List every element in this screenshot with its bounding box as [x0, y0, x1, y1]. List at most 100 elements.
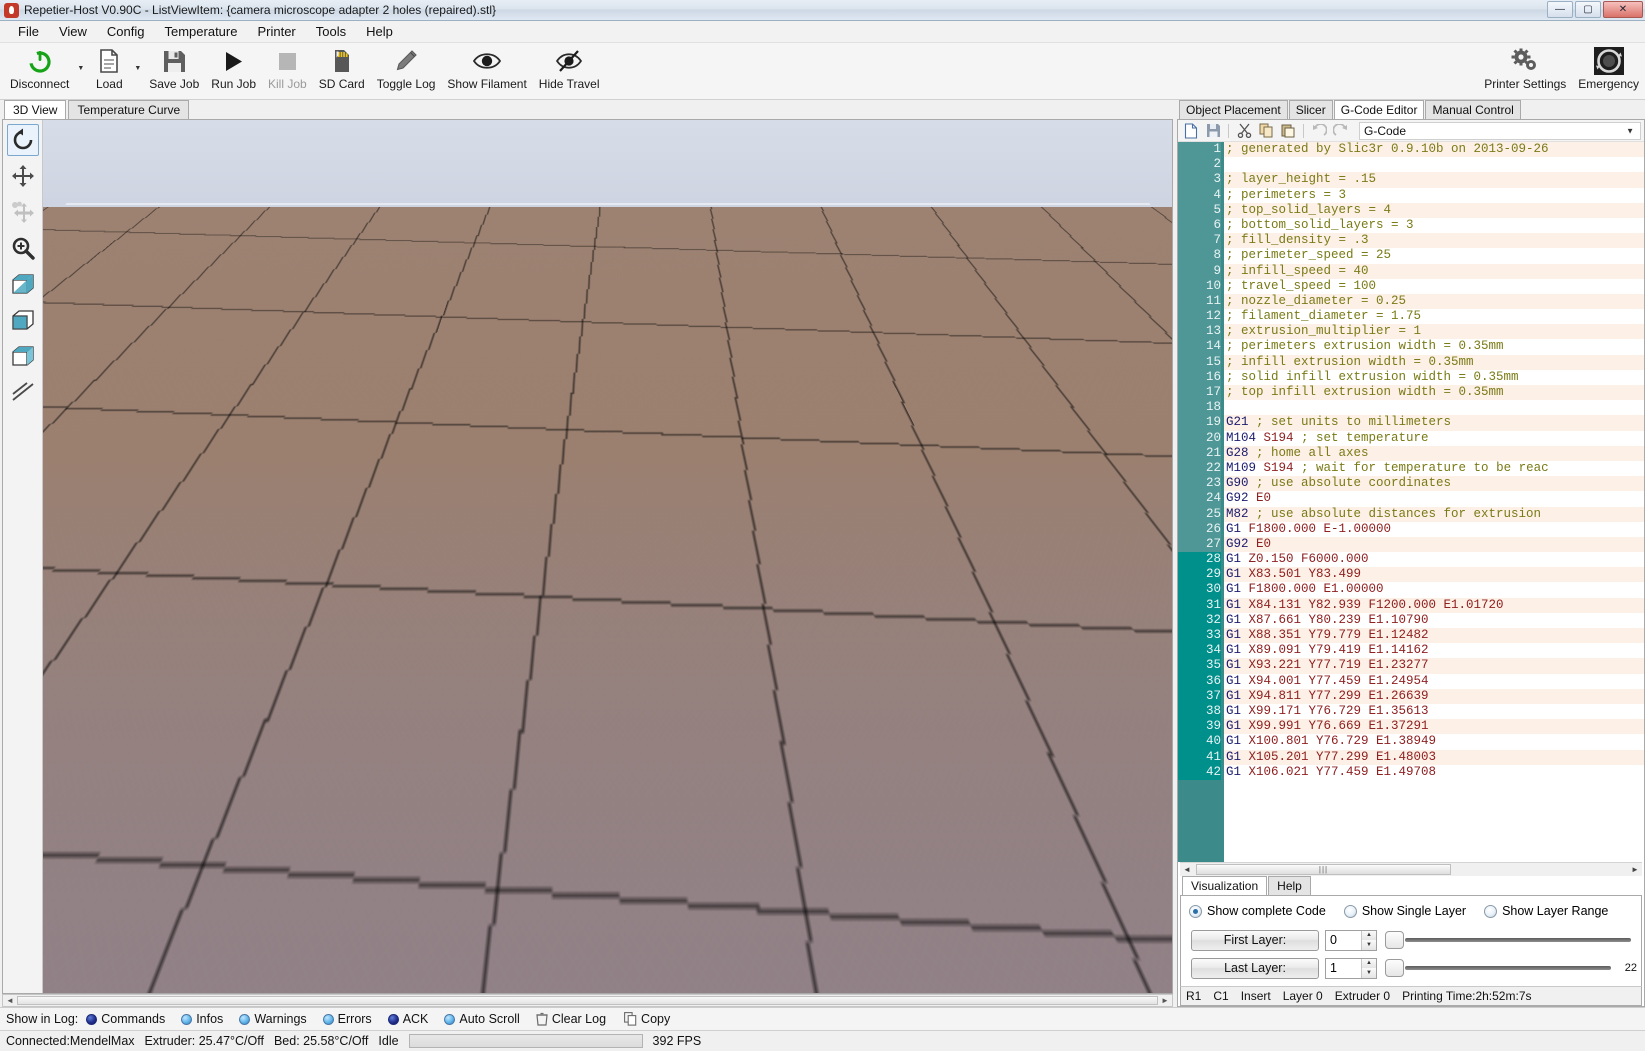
minimize-button[interactable]: —: [1547, 1, 1573, 18]
log-check-warnings[interactable]: Warnings: [239, 1012, 307, 1026]
first-layer-slider-knob[interactable]: [1385, 931, 1404, 949]
gcode-line[interactable]: G92 E0: [1224, 491, 1644, 506]
menu-item-temperature[interactable]: Temperature: [154, 22, 247, 41]
show-filament-button[interactable]: Show Filament: [441, 43, 532, 91]
scroll-right-icon[interactable]: ►: [1158, 996, 1172, 1005]
gcode-line[interactable]: M109 S194 ; wait for temperature to be r…: [1224, 461, 1644, 476]
cut-icon[interactable]: [1234, 122, 1254, 140]
emergency-button[interactable]: Emergency: [1572, 43, 1645, 91]
menu-item-help[interactable]: Help: [356, 22, 403, 41]
last-layer-button[interactable]: Last Layer:: [1191, 957, 1319, 979]
toggle-log-button[interactable]: Toggle Log: [371, 43, 442, 91]
copy-icon[interactable]: [1256, 122, 1276, 140]
gcode-scroll-thumb[interactable]: |||: [1196, 864, 1451, 875]
disconnect-dropdown-icon[interactable]: ▼: [75, 65, 86, 72]
stepper-up-icon-2[interactable]: ▲: [1362, 958, 1376, 968]
gcode-line[interactable]: ; generated by Slic3r 0.9.10b on 2013-09…: [1224, 142, 1644, 158]
gcode-scroll-left-icon[interactable]: ◄: [1180, 865, 1194, 874]
close-button[interactable]: ✕: [1603, 1, 1643, 18]
gcode-line[interactable]: G1 X84.131 Y82.939 F1200.000 E1.01720: [1224, 597, 1644, 613]
gcode-line[interactable]: G1 F1800.000 E1.00000: [1224, 582, 1644, 597]
tab-visualization[interactable]: Visualization: [1182, 876, 1268, 895]
gcode-line[interactable]: G1 X99.991 Y76.669 E1.37291: [1224, 719, 1644, 735]
paste-icon[interactable]: [1278, 122, 1298, 140]
gcode-line[interactable]: ; layer_height = .15: [1224, 172, 1644, 188]
menu-item-config[interactable]: Config: [97, 22, 155, 41]
undo-icon[interactable]: [1309, 122, 1329, 140]
gcode-text-area[interactable]: 1 2 3 4 5 6 7 8 9 10 11 12 13 14 15 16 17 18 19 20 21 22 23 24 2…: [1178, 142, 1644, 862]
gcode-line[interactable]: ; top infill extrusion width = 0.35mm: [1224, 385, 1644, 401]
gcode-line[interactable]: M82 ; use absolute distances for extrusi…: [1224, 506, 1644, 522]
stl-model[interactable]: [415, 238, 835, 798]
new-file-icon[interactable]: [1181, 122, 1201, 140]
menu-item-file[interactable]: File: [8, 22, 49, 41]
gcode-line[interactable]: G1 X93.221 Y77.719 E1.23277: [1224, 658, 1644, 674]
copy-log-button[interactable]: Copy: [624, 1012, 670, 1026]
stepper-down-icon-2[interactable]: ▼: [1362, 968, 1376, 978]
gcode-line[interactable]: ; perimeter_speed = 25: [1224, 248, 1644, 263]
last-layer-slider-knob[interactable]: [1385, 959, 1404, 977]
radio-show-single-layer[interactable]: Show Single Layer: [1343, 904, 1466, 918]
3d-viewport[interactable]: [43, 120, 1172, 993]
tab-object-placement[interactable]: Object Placement: [1179, 100, 1288, 119]
gcode-line[interactable]: G90 ; use absolute coordinates: [1224, 476, 1644, 492]
gcode-line[interactable]: ; filament_diameter = 1.75: [1224, 309, 1644, 324]
gcode-line[interactable]: ; infill_speed = 40: [1224, 263, 1644, 279]
gcode-line[interactable]: G1 X105.201 Y77.299 E1.48003: [1224, 749, 1644, 765]
scroll-left-icon[interactable]: ◄: [3, 996, 17, 1005]
gcode-line[interactable]: ; solid infill extrusion width = 0.35mm: [1224, 370, 1644, 385]
sd-card-button[interactable]: SD Card: [313, 43, 371, 91]
gcode-line[interactable]: ; perimeters = 3: [1224, 188, 1644, 203]
move-tool[interactable]: [7, 160, 39, 192]
gcode-line[interactable]: G1 Z0.150 F6000.000: [1224, 552, 1644, 567]
menu-item-view[interactable]: View: [49, 22, 97, 41]
printer-settings-button[interactable]: Printer Settings: [1478, 43, 1572, 91]
view-mode-split-tool[interactable]: [7, 268, 39, 300]
gcode-horizontal-scrollbar[interactable]: ◄ ||| ►: [1180, 862, 1642, 876]
load-button[interactable]: Load: [86, 43, 132, 91]
save-job-button[interactable]: Save Job: [143, 43, 205, 91]
first-layer-slider[interactable]: [1383, 929, 1637, 951]
gcode-line[interactable]: G1 F1800.000 E-1.00000: [1224, 522, 1644, 537]
gcode-line[interactable]: G1 X100.801 Y76.729 E1.38949: [1224, 734, 1644, 749]
gcode-line[interactable]: [1224, 157, 1644, 172]
menu-item-printer[interactable]: Printer: [247, 22, 305, 41]
redo-icon[interactable]: [1331, 122, 1351, 140]
run-job-button[interactable]: Run Job: [205, 43, 262, 91]
tab-gcode-editor[interactable]: G-Code Editor: [1333, 100, 1425, 119]
gcode-line[interactable]: ; infill extrusion width = 0.35mm: [1224, 354, 1644, 370]
view-mode-wireframe-tool[interactable]: [7, 340, 39, 372]
gcode-scroll-right-icon[interactable]: ►: [1628, 865, 1642, 874]
gcode-line[interactable]: G1 X99.171 Y76.729 E1.35613: [1224, 704, 1644, 719]
gcode-line[interactable]: G1 X83.501 Y83.499: [1224, 567, 1644, 583]
gcode-line[interactable]: ; bottom_solid_layers = 3: [1224, 218, 1644, 233]
gcode-line[interactable]: G1 X88.351 Y79.779 E1.12482: [1224, 628, 1644, 644]
radio-show-complete-code[interactable]: Show complete Code: [1189, 904, 1326, 918]
gcode-line[interactable]: ; nozzle_diameter = 0.25: [1224, 293, 1644, 310]
gcode-type-select[interactable]: G-Code ▼: [1359, 121, 1641, 140]
first-layer-button[interactable]: First Layer:: [1191, 929, 1319, 951]
log-check-ack[interactable]: ACK: [387, 1012, 428, 1026]
maximize-button[interactable]: ▢: [1575, 1, 1601, 18]
last-layer-input[interactable]: 1 ▲ ▼: [1325, 957, 1377, 979]
gcode-line[interactable]: G1 X87.661 Y80.239 E1.10790: [1224, 613, 1644, 628]
move-object-tool[interactable]: [7, 196, 39, 228]
tab-help[interactable]: Help: [1268, 876, 1311, 895]
view-mode-solid-tool[interactable]: [7, 304, 39, 336]
gcode-line[interactable]: ; extrusion_multiplier = 1: [1224, 324, 1644, 340]
save-file-icon[interactable]: [1203, 122, 1223, 140]
last-layer-slider[interactable]: [1383, 957, 1617, 979]
gcode-line[interactable]: G1 X106.021 Y77.459 E1.49708: [1224, 765, 1644, 780]
log-check-auto-scroll[interactable]: Auto Scroll: [444, 1012, 520, 1026]
gcode-line[interactable]: G1 X94.811 Y77.299 E1.26639: [1224, 688, 1644, 704]
last-layer-stepper[interactable]: ▲ ▼: [1361, 958, 1376, 978]
log-check-commands[interactable]: Commands: [86, 1012, 165, 1026]
gcode-line[interactable]: ; top_solid_layers = 4: [1224, 202, 1644, 218]
log-check-errors[interactable]: Errors: [322, 1012, 372, 1026]
log-check-infos[interactable]: Infos: [181, 1012, 223, 1026]
rotate-tool[interactable]: [6, 124, 39, 156]
first-layer-stepper[interactable]: ▲ ▼: [1361, 930, 1376, 950]
hide-travel-button[interactable]: Hide Travel: [533, 43, 606, 91]
tab-manual-control[interactable]: Manual Control: [1425, 100, 1521, 119]
stepper-up-icon[interactable]: ▲: [1362, 930, 1376, 940]
